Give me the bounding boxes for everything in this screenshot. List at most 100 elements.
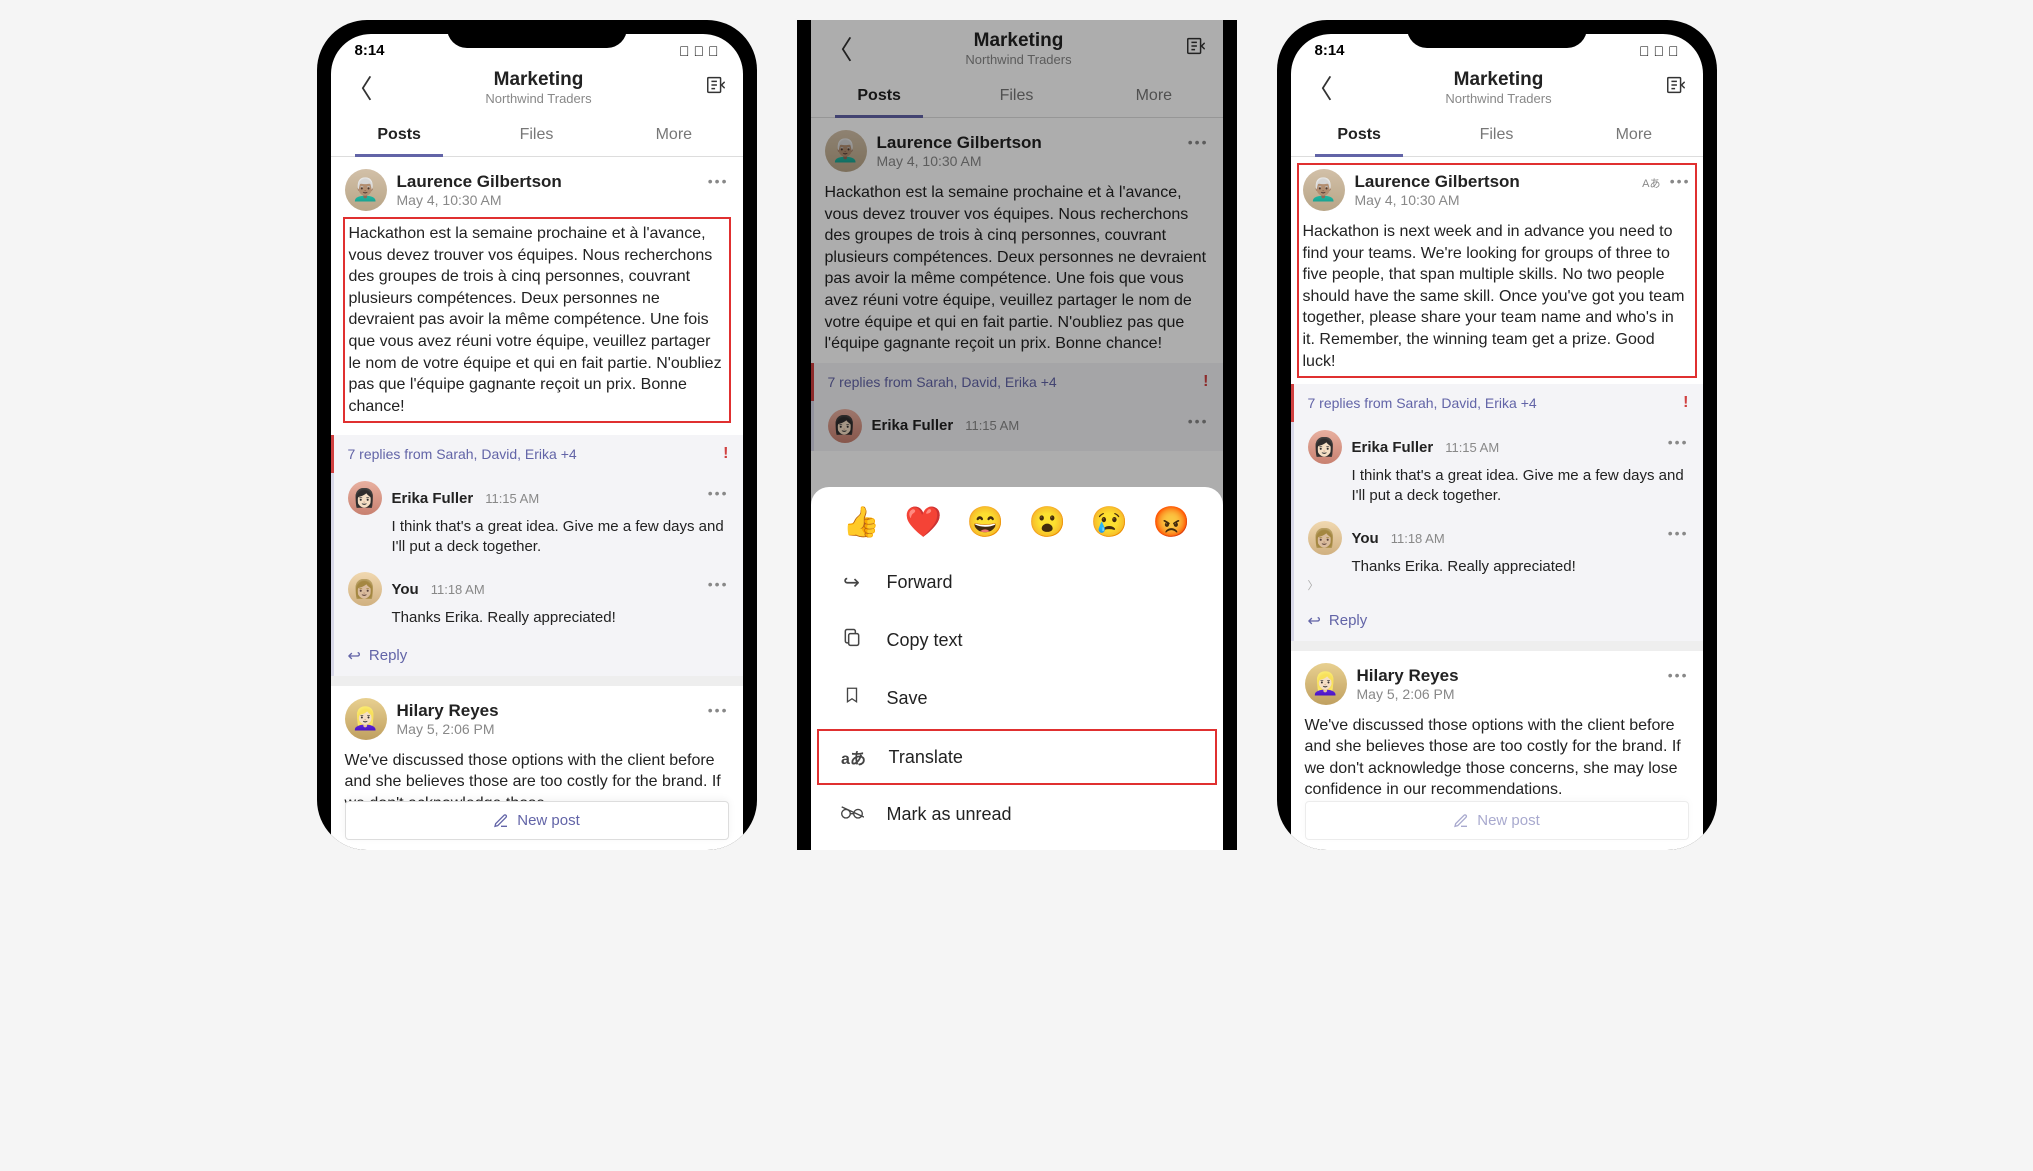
screen-3: 8:14 􀙈 􀙇 􀛨 〈 Marketing Northwind Traders… bbox=[1291, 34, 1703, 850]
reaction-angry[interactable]: 😡 bbox=[1153, 505, 1190, 540]
glasses-icon bbox=[839, 803, 865, 826]
avatar: 👱🏻‍♀️ bbox=[1305, 663, 1347, 705]
avatar: 👨🏽‍🦳 bbox=[1303, 169, 1345, 211]
reply-header: 👩🏼 You 11:18 AM ••• bbox=[348, 572, 729, 606]
avatar: 👩🏻 bbox=[348, 481, 382, 515]
status-icons: 􀙈 􀙇 􀛨 bbox=[679, 42, 719, 59]
reply-you[interactable]: 👩🏼 You 11:18 AM ••• Thanks Erika. Really… bbox=[1291, 513, 1703, 601]
reply-actions-icon[interactable]: ••• bbox=[1668, 525, 1689, 541]
post-timestamp: May 5, 2:06 PM bbox=[1357, 686, 1459, 702]
action-label: Translate bbox=[889, 747, 963, 768]
reply-you[interactable]: 👩🏼 You 11:18 AM ••• Thanks Erika. Really… bbox=[331, 564, 743, 636]
author-name: Hilary Reyes bbox=[1357, 666, 1459, 686]
action-mark-unread[interactable]: Mark as unread bbox=[811, 787, 1223, 842]
reply-author: You bbox=[392, 581, 419, 598]
reaction-laugh[interactable]: 😄 bbox=[967, 505, 1004, 540]
action-save[interactable]: Save bbox=[811, 669, 1223, 727]
avatar: 👱🏻‍♀️ bbox=[345, 698, 387, 740]
action-translate-highlighted[interactable]: aあ Translate bbox=[817, 729, 1217, 785]
tab-files[interactable]: Files bbox=[468, 116, 605, 156]
post-actions-icon[interactable]: ••• bbox=[1670, 173, 1691, 189]
reply-actions-icon[interactable]: ••• bbox=[1668, 434, 1689, 450]
reply-body: I think that's a great idea. Give me a f… bbox=[1352, 466, 1689, 505]
reply-label: Reply bbox=[369, 647, 407, 664]
reply-body: Thanks Erika. Really appreciated! bbox=[1352, 557, 1689, 577]
battery-icon: 􀛨 bbox=[1668, 43, 1679, 59]
tab-posts[interactable]: Posts bbox=[331, 116, 468, 156]
tab-posts[interactable]: Posts bbox=[1291, 116, 1428, 156]
signal-icon: 􀙈 bbox=[679, 43, 690, 59]
screen-1: 8:14 􀙈 􀙇 􀛨 〈 Marketing Northwind Traders… bbox=[331, 34, 743, 850]
post-actions-icon[interactable]: ••• bbox=[708, 173, 729, 189]
reaction-surprised[interactable]: 😮 bbox=[1029, 505, 1066, 540]
new-post-label: New post bbox=[517, 812, 580, 829]
post-laurence[interactable]: 👨🏽‍🦳 Laurence Gilbertson May 4, 10:30 AM… bbox=[331, 157, 743, 435]
translated-badge-icon: Aあ bbox=[1642, 175, 1660, 191]
new-post-label: New post bbox=[1477, 812, 1540, 829]
action-forward[interactable]: ↪ Forward bbox=[811, 554, 1223, 611]
tab-files[interactable]: Files bbox=[1428, 116, 1565, 156]
action-sheet: 👍 ❤️ 😄 😮 😢 😡 ↪ Forward Copy text bbox=[811, 487, 1223, 850]
channel-name: Marketing bbox=[373, 69, 705, 91]
important-icon: ! bbox=[1683, 394, 1688, 412]
post-actions-icon[interactable]: ••• bbox=[708, 702, 729, 718]
reply-timestamp: 11:18 AM bbox=[1391, 531, 1445, 546]
reply-erika[interactable]: 👩🏻 Erika Fuller 11:15 AM ••• I think tha… bbox=[1291, 422, 1703, 513]
reply-button[interactable]: ↩ Reply bbox=[1291, 601, 1703, 641]
phone-3: 8:14 􀙈 􀙇 􀛨 〈 Marketing Northwind Traders… bbox=[1277, 20, 1717, 850]
new-post-button[interactable]: New post bbox=[345, 801, 729, 840]
signal-icon: 􀙈 bbox=[1639, 43, 1650, 59]
notch bbox=[447, 20, 627, 48]
clock: 8:14 bbox=[355, 42, 385, 59]
author-name: Laurence Gilbertson bbox=[397, 172, 562, 192]
tab-more[interactable]: More bbox=[605, 116, 742, 156]
action-label: Save bbox=[887, 688, 928, 709]
reply-author: Erika Fuller bbox=[392, 490, 474, 507]
translate-icon: aあ bbox=[841, 745, 867, 769]
reply-actions-icon[interactable]: ••• bbox=[708, 576, 729, 592]
post-actions-icon[interactable]: ••• bbox=[1668, 667, 1689, 683]
reply-body: I think that's a great idea. Give me a f… bbox=[392, 517, 729, 556]
phone-1: 8:14 􀙈 􀙇 􀛨 〈 Marketing Northwind Traders… bbox=[317, 20, 757, 850]
reply-author: Erika Fuller bbox=[1352, 439, 1434, 456]
channel-options-icon[interactable] bbox=[705, 74, 727, 102]
post-timestamp: May 4, 10:30 AM bbox=[1355, 192, 1520, 208]
post-body-highlighted[interactable]: Hackathon est la semaine prochaine et à … bbox=[343, 217, 731, 423]
back-button[interactable]: 〈 bbox=[1307, 69, 1333, 106]
post-body: We've discussed those options with the c… bbox=[1305, 715, 1689, 801]
feed[interactable]: 👨🏽‍🦳 Laurence Gilbertson May 4, 10:30 AM… bbox=[1291, 157, 1703, 809]
reaction-sad[interactable]: 😢 bbox=[1091, 505, 1128, 540]
feed[interactable]: 👨🏽‍🦳 Laurence Gilbertson May 4, 10:30 AM… bbox=[331, 157, 743, 823]
reply-erika[interactable]: 👩🏻 Erika Fuller 11:15 AM ••• I think tha… bbox=[331, 473, 743, 564]
replies-text: 7 replies from Sarah, David, Erika +4 bbox=[1308, 395, 1537, 411]
back-button[interactable]: 〈 bbox=[347, 69, 373, 106]
reply-header: 👩🏻 Erika Fuller 11:15 AM ••• bbox=[1308, 430, 1689, 464]
action-copy[interactable]: Copy text bbox=[811, 611, 1223, 669]
reactions-row: 👍 ❤️ 😄 😮 😢 😡 bbox=[811, 487, 1223, 554]
post-timestamp: May 5, 2:06 PM bbox=[397, 721, 499, 737]
reply-actions-icon[interactable]: ••• bbox=[708, 485, 729, 501]
reaction-heart[interactable]: ❤️ bbox=[905, 505, 942, 540]
new-post-button[interactable]: New post bbox=[1305, 801, 1689, 840]
important-icon: ! bbox=[723, 445, 728, 463]
replies-summary[interactable]: 7 replies from Sarah, David, Erika +4 ! bbox=[331, 435, 743, 473]
battery-icon: 􀛨 bbox=[708, 43, 719, 59]
tab-more[interactable]: More bbox=[1565, 116, 1702, 156]
action-label: Mark as unread bbox=[887, 804, 1012, 825]
avatar: 👩🏻 bbox=[1308, 430, 1342, 464]
reply-label: Reply bbox=[1329, 612, 1367, 629]
header-title: Marketing Northwind Traders bbox=[1333, 69, 1665, 106]
reaction-like[interactable]: 👍 bbox=[843, 505, 880, 540]
screen-2: 〈 Marketing Northwind Traders Posts File… bbox=[811, 20, 1223, 850]
channel-options-icon[interactable] bbox=[1665, 74, 1687, 102]
post-hilary[interactable]: 👱🏻‍♀️ Hilary Reyes May 5, 2:06 PM ••• We… bbox=[1291, 651, 1703, 809]
notch bbox=[1407, 20, 1587, 48]
reply-button[interactable]: ↩ Reply bbox=[331, 636, 743, 676]
replies-summary[interactable]: 7 replies from Sarah, David, Erika +4 ! bbox=[1291, 384, 1703, 422]
reply-arrow-icon: ↩ bbox=[1308, 611, 1321, 631]
chevron-right-icon: 〉 bbox=[1308, 577, 1689, 593]
team-name: Northwind Traders bbox=[373, 91, 705, 106]
reply-arrow-icon: ↩ bbox=[348, 646, 361, 666]
post-laurence-translated-highlighted[interactable]: 👨🏽‍🦳 Laurence Gilbertson May 4, 10:30 AM… bbox=[1297, 163, 1697, 378]
post-timestamp: May 4, 10:30 AM bbox=[397, 192, 562, 208]
